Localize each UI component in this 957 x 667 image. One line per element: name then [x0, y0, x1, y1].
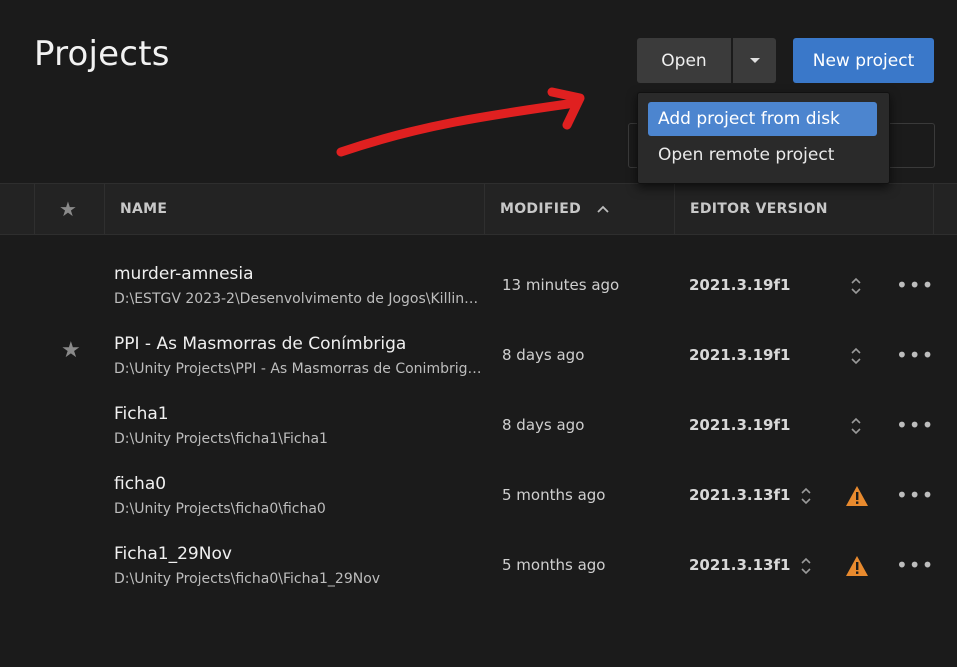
project-modified: 8 days ago — [502, 346, 585, 364]
column-divider — [933, 184, 934, 234]
version-select-chevron-icon[interactable] — [849, 273, 863, 299]
more-options-icon[interactable]: ••• — [896, 483, 934, 507]
column-divider — [104, 184, 105, 234]
project-row[interactable]: Ficha1_29Nov D:\Unity Projects\ficha0\Fi… — [0, 533, 957, 603]
project-path: D:\Unity Projects\PPI - As Masmorras de … — [114, 361, 482, 377]
project-path: D:\Unity Projects\ficha1\Ficha1 — [114, 431, 328, 447]
project-modified: 8 days ago — [502, 416, 585, 434]
project-path: D:\ESTGV 2023-2\Desenvolvimento de Jogos… — [114, 291, 482, 307]
column-header-modified-label: MODIFIED — [500, 201, 582, 217]
open-button[interactable]: Open — [637, 38, 731, 83]
page-title: Projects — [34, 34, 170, 74]
more-options-icon[interactable]: ••• — [896, 553, 934, 577]
new-project-button[interactable]: New project — [793, 38, 934, 83]
favorite-star-icon[interactable]: ★ — [61, 338, 81, 363]
favorite-column-star-icon[interactable]: ★ — [59, 184, 77, 234]
table-header: ★ NAME MODIFIED EDITOR VERSION — [0, 183, 957, 235]
project-path: D:\Unity Projects\ficha0\Ficha1_29Nov — [114, 571, 381, 587]
project-name: Ficha1_29Nov — [114, 544, 232, 564]
more-options-icon[interactable]: ••• — [896, 273, 934, 297]
menu-item-add-from-disk[interactable]: Add project from disk — [648, 102, 877, 136]
warning-icon[interactable] — [845, 555, 869, 577]
editor-version: 2021.3.13f1 — [689, 486, 791, 504]
open-dropdown-menu: Add project from disk Open remote projec… — [637, 92, 890, 184]
project-name: PPI - As Masmorras de Conímbriga — [114, 334, 407, 354]
column-divider — [484, 184, 485, 234]
column-header-name[interactable]: NAME — [120, 184, 167, 234]
project-modified: 5 months ago — [502, 556, 606, 574]
column-header-editor-version[interactable]: EDITOR VERSION — [690, 184, 828, 234]
project-row[interactable]: murder-amnesia D:\ESTGV 2023-2\Desenvolv… — [0, 253, 957, 323]
project-name: murder-amnesia — [114, 264, 254, 284]
project-name: Ficha1 — [114, 404, 169, 424]
version-select-chevron-icon[interactable] — [849, 343, 863, 369]
column-divider — [34, 184, 35, 234]
sort-ascending-icon — [597, 205, 609, 213]
project-modified: 5 months ago — [502, 486, 606, 504]
project-row[interactable]: Ficha1 D:\Unity Projects\ficha1\Ficha1 8… — [0, 393, 957, 463]
editor-version: 2021.3.19f1 — [689, 346, 791, 364]
more-options-icon[interactable]: ••• — [896, 413, 934, 437]
column-divider — [674, 184, 675, 234]
editor-version: 2021.3.19f1 — [689, 276, 791, 294]
project-name: ficha0 — [114, 474, 167, 494]
project-modified: 13 minutes ago — [502, 276, 620, 294]
version-select-chevron-icon[interactable] — [799, 553, 813, 579]
editor-version: 2021.3.19f1 — [689, 416, 791, 434]
open-button-group: Open — [637, 38, 776, 83]
project-row[interactable]: ★ PPI - As Masmorras de Conímbriga D:\Un… — [0, 323, 957, 393]
more-options-icon[interactable]: ••• — [896, 343, 934, 367]
project-row[interactable]: ficha0 D:\Unity Projects\ficha0\ficha0 5… — [0, 463, 957, 533]
editor-version: 2021.3.13f1 — [689, 556, 791, 574]
project-path: D:\Unity Projects\ficha0\ficha0 — [114, 501, 326, 517]
menu-item-open-remote[interactable]: Open remote project — [648, 138, 877, 172]
version-select-chevron-icon[interactable] — [849, 413, 863, 439]
version-select-chevron-icon[interactable] — [799, 483, 813, 509]
warning-icon[interactable] — [845, 485, 869, 507]
open-options-button[interactable] — [733, 38, 776, 83]
caret-down-icon — [749, 57, 760, 63]
column-header-modified[interactable]: MODIFIED — [500, 184, 609, 234]
